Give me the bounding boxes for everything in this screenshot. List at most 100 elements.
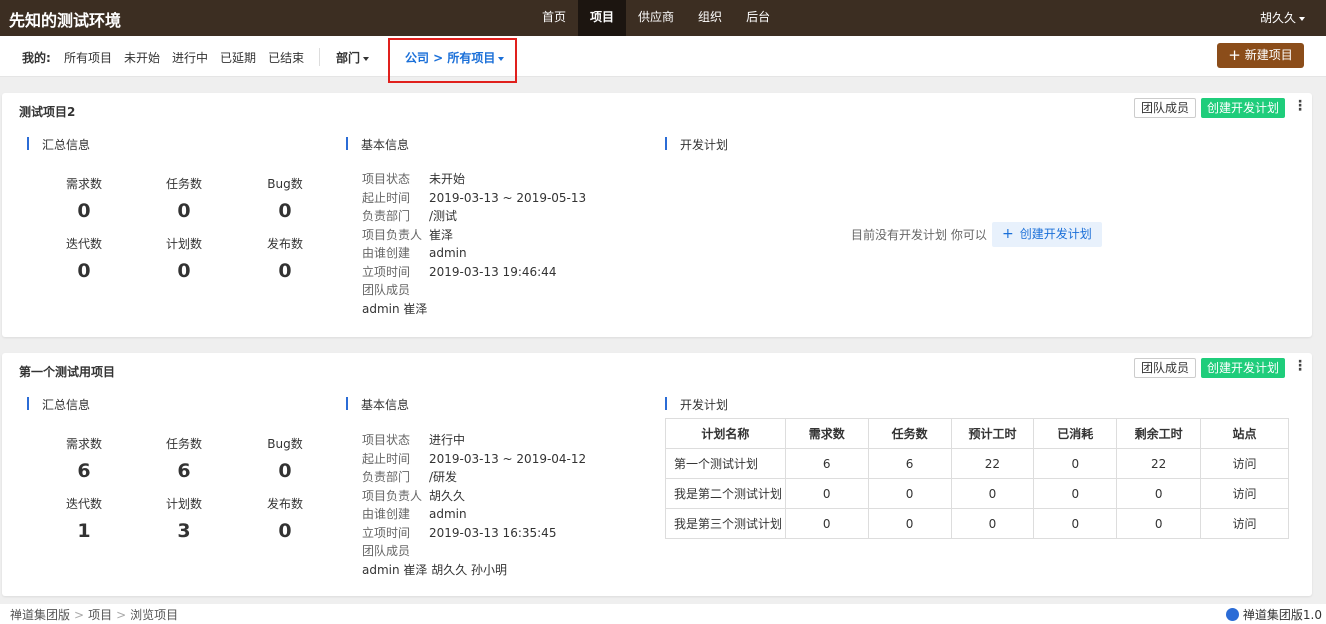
new-project-button[interactable]: + 新建项目	[1217, 43, 1304, 68]
info-row-creator: 由谁创建 admin	[362, 244, 586, 263]
stat-label: 计划数	[165, 237, 202, 251]
filter-not-started[interactable]: 未开始	[124, 49, 160, 66]
stat-label: 需求数	[65, 177, 102, 191]
plan-name[interactable]: 第一个测试计划	[665, 448, 786, 479]
visit-link[interactable]: 访问	[1200, 478, 1289, 509]
basic-info: 项目状态 未开始 起止时间 2019-03-13 ~ 2019-05-13 负责部门…	[362, 170, 586, 318]
nav-organization[interactable]: 组织	[686, 0, 734, 36]
empty-plan-text: 目前没有开发计划 你可以	[851, 228, 987, 242]
team-members-button[interactable]: 团队成员	[1134, 98, 1197, 118]
breadcrumb: 禅道集团版 > 项目 > 浏览项目	[10, 606, 178, 623]
info-label: 起止时间	[362, 190, 411, 205]
more-icon[interactable]: ⋮	[1293, 359, 1307, 373]
info-label: 团队成员	[362, 544, 411, 558]
info-row-dept: 负责部门/研发	[362, 468, 586, 487]
stat-label: Bug数	[267, 437, 303, 451]
col-header: 已消耗	[1033, 418, 1118, 449]
breadcrumb-item[interactable]: 浏览项目	[130, 608, 178, 622]
cell: 0	[784, 478, 869, 509]
stat-value: 0	[177, 260, 191, 282]
stat-plans: 计划数 0	[149, 235, 219, 282]
chevron-down-icon	[1299, 16, 1305, 21]
plan-name[interactable]: 我是第二个测试计划	[665, 478, 786, 509]
summary-title: 汇总信息	[27, 136, 90, 153]
info-label: 负责部门	[362, 470, 411, 484]
info-row-members: 团队成员	[362, 542, 586, 561]
info-value: admin	[429, 507, 467, 521]
info-value: 2019-03-13 19:46:44	[429, 264, 557, 279]
stat-label: 发布数	[266, 237, 303, 251]
new-project-label: 新建项目	[1244, 48, 1293, 62]
stat-releases: 发布数 0	[250, 235, 320, 282]
basic-info-title: 基本信息	[346, 136, 409, 153]
stat-bugs: Bug数 0	[250, 435, 320, 482]
sub-navbar: 我的: 所有项目 未开始 进行中 已延期 已结束 部门 公司 > 所有项目	[0, 36, 1326, 77]
breadcrumb-item[interactable]: 项目	[88, 608, 112, 622]
stat-value: 0	[77, 260, 91, 282]
info-value: 2019-03-13 ~ 2019-04-12	[429, 451, 587, 466]
stat-value: 6	[77, 460, 91, 482]
info-label: 团队成员	[362, 283, 411, 297]
table-row: 我是第三个测试计划 0 0 0 0 0 访问	[665, 508, 1289, 539]
filter-all[interactable]: 所有项目	[64, 49, 112, 66]
stat-value: 0	[278, 460, 292, 482]
main-nav: 首页 项目 供应商 组织 后台	[530, 0, 782, 36]
chevron-down-icon	[363, 56, 370, 61]
stat-label: Bug数	[267, 177, 303, 191]
nav-home[interactable]: 首页	[530, 0, 578, 36]
more-icon[interactable]: ⋮	[1293, 99, 1307, 113]
info-label: 由谁创建	[362, 246, 411, 260]
info-value: 崔泽	[429, 227, 454, 242]
cell: 0	[1116, 478, 1202, 509]
col-header: 任务数	[867, 418, 952, 449]
plus-icon: +	[1002, 226, 1014, 242]
info-row-created: 立项时间 2019-03-13 16:35:45	[362, 524, 586, 543]
breadcrumb-item[interactable]: 禅道集团版	[10, 608, 70, 622]
col-header: 站点	[1200, 418, 1289, 449]
create-plan-button[interactable]: 创建开发计划	[1201, 358, 1286, 378]
cell: 0	[1033, 448, 1118, 479]
info-label: 立项时间	[362, 525, 411, 540]
cell: 6	[867, 448, 952, 479]
info-row-creator: 由谁创建 admin	[362, 505, 586, 524]
dept-dropdown[interactable]: 部门	[336, 49, 370, 66]
info-row-dept: 负责部门/测试	[362, 207, 586, 226]
project-card: 测试项目2 团队成员 创建开发计划 ⋮ 汇总信息 基本信息 开发计划 需求数 0 …	[2, 93, 1312, 337]
info-label: 由谁创建	[362, 507, 411, 521]
team-members-button[interactable]: 团队成员	[1134, 358, 1197, 378]
my-label: 我的:	[22, 51, 51, 65]
version-info[interactable]: 禅道集团版1.0	[1225, 606, 1322, 623]
visit-link[interactable]: 访问	[1200, 508, 1289, 539]
col-header: 需求数	[784, 418, 869, 449]
stat-value: 0	[278, 260, 292, 282]
filter-in-progress[interactable]: 进行中	[172, 49, 208, 66]
nav-project[interactable]: 项目	[578, 0, 627, 36]
stat-label: 发布数	[266, 497, 303, 511]
info-row-status: 项目状态 进行中	[362, 431, 586, 450]
create-plan-button[interactable]: 创建开发计划	[1201, 98, 1286, 118]
stat-value: 0	[278, 200, 292, 222]
col-header: 剩余工时	[1116, 418, 1202, 449]
nav-admin[interactable]: 后台	[734, 0, 782, 36]
stat-value: 1	[77, 520, 91, 542]
project-title[interactable]: 第一个测试用项目	[19, 363, 115, 380]
create-plan-link[interactable]: + 创建开发计划	[992, 222, 1102, 247]
info-value: /测试	[429, 209, 458, 223]
info-label: 立项时间	[362, 264, 411, 279]
plan-name[interactable]: 我是第三个测试计划	[665, 508, 786, 539]
stat-label: 迭代数	[65, 497, 102, 511]
project-title[interactable]: 测试项目2	[19, 103, 75, 120]
stat-bugs: Bug数 0	[250, 175, 320, 222]
stat-value: 6	[177, 460, 191, 482]
user-name: 胡久久	[1259, 11, 1296, 25]
filter-delayed[interactable]: 已延期	[220, 49, 256, 66]
top-navbar: 先知的测试环境 首页 项目 供应商 组织 后台 胡久久	[0, 0, 1326, 36]
nav-supplier[interactable]: 供应商	[626, 0, 686, 36]
info-value: 2019-03-13 16:35:45	[429, 525, 557, 540]
user-menu[interactable]: 胡久久	[1260, 9, 1305, 26]
dept-label: 部门	[336, 51, 361, 65]
stat-tasks: 任务数 6	[149, 435, 219, 482]
project-card: 第一个测试用项目 团队成员 创建开发计划 ⋮ 汇总信息 基本信息 开发计划 需求…	[2, 353, 1312, 596]
filter-closed[interactable]: 已结束	[268, 49, 304, 66]
visit-link[interactable]: 访问	[1200, 448, 1289, 479]
